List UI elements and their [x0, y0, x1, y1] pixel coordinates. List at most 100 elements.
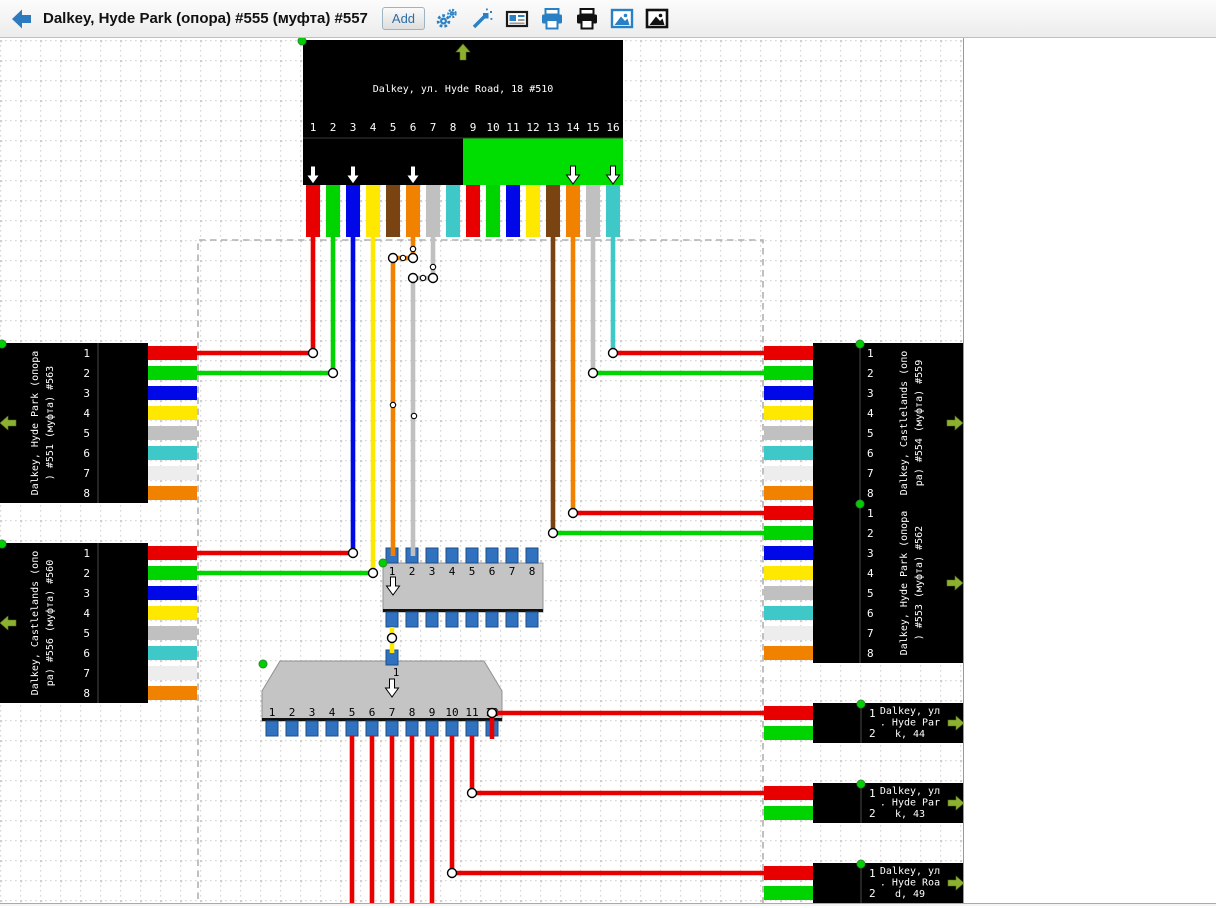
fiber-strip[interactable] [764, 626, 813, 640]
port-pin[interactable] [466, 721, 478, 736]
fiber-strip[interactable] [764, 466, 813, 480]
fiber-strip[interactable] [148, 346, 197, 360]
port-pin[interactable] [346, 721, 358, 736]
fiber-strip[interactable] [764, 726, 813, 740]
wire-handle[interactable] [400, 255, 405, 260]
magic-wand-icon[interactable] [469, 6, 495, 32]
diagram-canvas[interactable]: Dalkey, ул. Hyde Road, 18 #5101234567891… [0, 38, 964, 903]
port-pin[interactable] [466, 548, 478, 563]
splice-point[interactable] [549, 529, 558, 538]
port-pin[interactable] [446, 721, 458, 736]
port-pin[interactable] [386, 612, 398, 627]
port-pin[interactable] [486, 612, 498, 627]
splice-point[interactable] [409, 274, 418, 283]
fiber-strip[interactable] [764, 366, 813, 380]
fiber-strip[interactable] [148, 646, 197, 660]
fiber-strip[interactable] [346, 185, 360, 237]
fiber-strip[interactable] [148, 606, 197, 620]
fiber-strip[interactable] [764, 446, 813, 460]
fiber-strip[interactable] [586, 185, 600, 237]
handle-dot[interactable] [857, 700, 865, 708]
port-pin[interactable] [446, 548, 458, 563]
wire-handle[interactable] [410, 246, 415, 251]
fiber-strip[interactable] [764, 526, 813, 540]
fiber-strip[interactable] [526, 185, 540, 237]
fiber-strip[interactable] [148, 486, 197, 500]
splice-point[interactable] [388, 634, 397, 643]
fiber-strip[interactable] [546, 185, 560, 237]
print-black-icon[interactable] [574, 6, 600, 32]
fiber-strip[interactable] [148, 666, 197, 680]
add-button[interactable]: Add [382, 7, 425, 30]
fiber-strip[interactable] [148, 546, 197, 560]
port-pin[interactable] [386, 721, 398, 736]
fiber-strip[interactable] [148, 406, 197, 420]
splice-point[interactable] [349, 549, 358, 558]
splice-point[interactable] [329, 369, 338, 378]
fiber-strip[interactable] [386, 185, 400, 237]
fiber-strip[interactable] [326, 185, 340, 237]
print-blue-icon[interactable] [539, 6, 565, 32]
fiber-strip[interactable] [426, 185, 440, 237]
port-pin[interactable] [426, 548, 438, 563]
back-icon[interactable] [8, 6, 34, 32]
fiber-strip[interactable] [764, 486, 813, 500]
splice-point[interactable] [369, 569, 378, 578]
splice-point[interactable] [589, 369, 598, 378]
splice-point[interactable] [409, 254, 418, 263]
splice-point[interactable] [609, 349, 618, 358]
port-pin[interactable] [466, 612, 478, 627]
port-pin[interactable] [486, 548, 498, 563]
wire-handle[interactable] [411, 413, 416, 418]
fiber-strip[interactable] [148, 686, 197, 700]
fiber-strip[interactable] [306, 185, 320, 237]
fiber-strip[interactable] [764, 546, 813, 560]
splice-point[interactable] [448, 869, 457, 878]
wire-handle[interactable] [420, 275, 425, 280]
splice-point[interactable] [389, 254, 398, 263]
fiber-strip[interactable] [148, 586, 197, 600]
port-pin[interactable] [526, 612, 538, 627]
port-pin[interactable] [286, 721, 298, 736]
fiber-strip[interactable] [764, 786, 813, 800]
handle-dot[interactable] [856, 500, 864, 508]
fiber-strip[interactable] [148, 386, 197, 400]
fiber-strip[interactable] [366, 185, 380, 237]
handle-dot[interactable] [857, 860, 865, 868]
settings-gears-icon[interactable] [434, 6, 460, 32]
splice-point[interactable] [468, 789, 477, 798]
port-pin[interactable] [306, 721, 318, 736]
fiber-strip[interactable] [148, 366, 197, 380]
handle-dot[interactable] [0, 340, 6, 348]
fiber-strip[interactable] [764, 506, 813, 520]
handle-dot[interactable] [0, 540, 6, 548]
splice-point[interactable] [429, 274, 438, 283]
handle-dot[interactable] [857, 780, 865, 788]
fiber-strip[interactable] [764, 426, 813, 440]
fiber-strip[interactable] [764, 346, 813, 360]
image-blue-icon[interactable] [609, 6, 635, 32]
image-black-icon[interactable] [644, 6, 670, 32]
fiber-strip[interactable] [764, 606, 813, 620]
fiber-strip[interactable] [764, 566, 813, 580]
fiber-strip[interactable] [486, 185, 500, 237]
port-pin[interactable] [506, 548, 518, 563]
handle-dot[interactable] [856, 340, 864, 348]
handle-dot[interactable] [379, 559, 387, 567]
fiber-strip[interactable] [148, 446, 197, 460]
port-pin[interactable] [406, 612, 418, 627]
wire-handle[interactable] [430, 264, 435, 269]
fiber-strip[interactable] [148, 626, 197, 640]
fiber-strip[interactable] [764, 406, 813, 420]
port-pin[interactable] [266, 721, 278, 736]
port-pin[interactable] [426, 721, 438, 736]
handle-dot[interactable] [259, 660, 267, 668]
fiber-strip[interactable] [764, 586, 813, 600]
port-pin[interactable] [406, 721, 418, 736]
fiber-strip[interactable] [148, 426, 197, 440]
port-pin[interactable] [446, 612, 458, 627]
port-pin[interactable] [426, 612, 438, 627]
fiber-strip[interactable] [148, 566, 197, 580]
fiber-strip[interactable] [506, 185, 520, 237]
fiber-strip[interactable] [606, 185, 620, 237]
